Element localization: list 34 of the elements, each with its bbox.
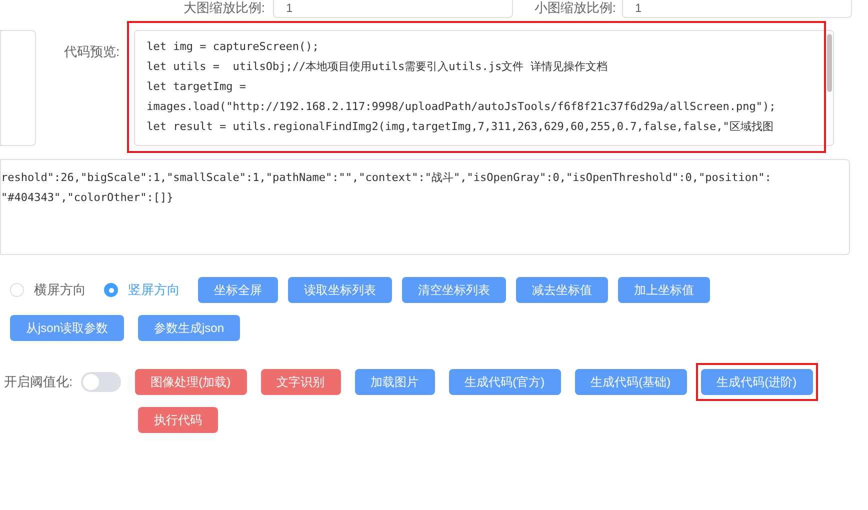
switch-label: 开启阈值化:	[4, 373, 73, 392]
action-button[interactable]: 读取坐标列表	[288, 277, 392, 303]
action-button[interactable]: 执行代码	[138, 407, 218, 433]
text-area[interactable]	[0, 30, 36, 146]
json-line: reshold":26,"bigScale":1,"smallScale":1,"pathName":"","context":"战斗","isOpenGray":0,"isOpenThreshold":0,"position":	[1, 170, 772, 186]
code-line: let utils = utilsObj;//本地项目使用utils需要引入utils.js文件 详情见操作文档	[146, 59, 608, 75]
action-button[interactable]: 参数生成json	[138, 315, 240, 341]
radio-button[interactable]	[104, 283, 118, 297]
code-line: let targetImg =	[146, 79, 247, 95]
action-button[interactable]: 清空坐标列表	[402, 277, 506, 303]
action-button[interactable]: 加载图片	[354, 369, 435, 395]
action-button[interactable]: 加上坐标值	[618, 277, 710, 303]
action-button[interactable]: 生成代码(进阶)	[700, 369, 813, 395]
field-label: 小图缩放比例:	[533, 0, 616, 18]
field-label: 大图缩放比例:	[182, 0, 265, 18]
scrollbar	[826, 34, 832, 92]
code-line: let img = captureScreen();	[146, 39, 320, 55]
action-button[interactable]: 从json读取参数	[10, 315, 124, 341]
toggle-switch[interactable]	[80, 372, 121, 392]
action-button[interactable]: 减去坐标值	[516, 277, 608, 303]
input-field[interactable]: 1	[273, 0, 513, 18]
json-line: "#404343","colorOther":[]}	[1, 190, 174, 206]
field-label: 代码预览:	[64, 43, 120, 61]
json-text-area[interactable]: reshold":26,"bigScale":1,"smallScale":1,"pathName":"","context":"战斗","isOpenGray":0,"isOpenThreshold":0,"position": "#404343","colorOther":[]}	[0, 159, 850, 255]
code-line: images.load("http://192.168.2.117:9998/uploadPath/autoJsTools/f6f8f21c37f6d29a/allScreen.png");	[146, 99, 777, 115]
input-field[interactable]: 1	[622, 0, 852, 18]
action-button[interactable]: 文字识别	[260, 369, 341, 395]
code-line: let result = utils.regionalFindImg2(img,targetImg,7,311,263,629,60,255,0.7,false,false,"区域找图	[146, 119, 774, 135]
radio-label[interactable]: 横屏方向	[34, 280, 86, 300]
action-button[interactable]: 生成代码(官方)	[448, 369, 561, 395]
radio-label[interactable]: 竖屏方向	[128, 280, 180, 300]
action-button[interactable]: 生成代码(基础)	[574, 369, 687, 395]
action-button[interactable]: 坐标全屏	[198, 277, 278, 303]
action-button[interactable]: 图像处理(加载)	[134, 369, 247, 395]
